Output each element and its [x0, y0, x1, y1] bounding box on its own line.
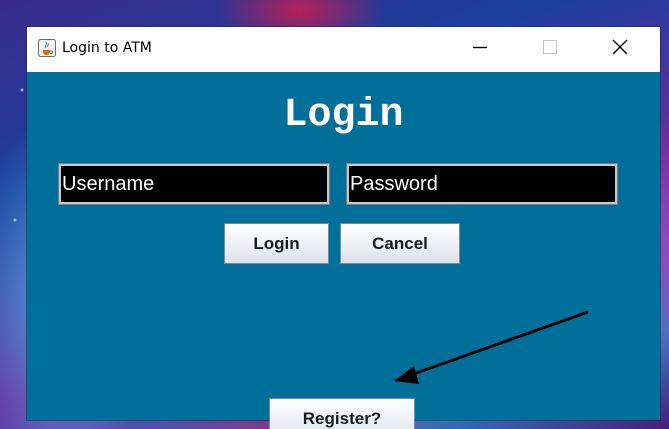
username-field[interactable] [58, 163, 330, 205]
minimize-button[interactable] [455, 27, 505, 67]
register-button[interactable]: Register? [269, 398, 415, 429]
login-window: Login to ATM Login Login Cancel Register… [27, 27, 660, 429]
close-icon [612, 39, 628, 55]
title-bar[interactable]: Login to ATM [27, 27, 660, 72]
close-button[interactable] [595, 27, 645, 67]
login-panel: Login Login Cancel Register? [27, 72, 660, 429]
maximize-button[interactable] [525, 27, 575, 67]
cancel-button[interactable]: Cancel [340, 223, 460, 264]
login-button[interactable]: Login [224, 223, 329, 264]
login-heading: Login [283, 93, 404, 138]
java-cup-icon [38, 39, 56, 57]
maximize-icon [543, 40, 557, 54]
minimize-icon [473, 46, 487, 49]
window-title: Login to ATM [62, 40, 152, 56]
password-field[interactable] [346, 163, 618, 205]
